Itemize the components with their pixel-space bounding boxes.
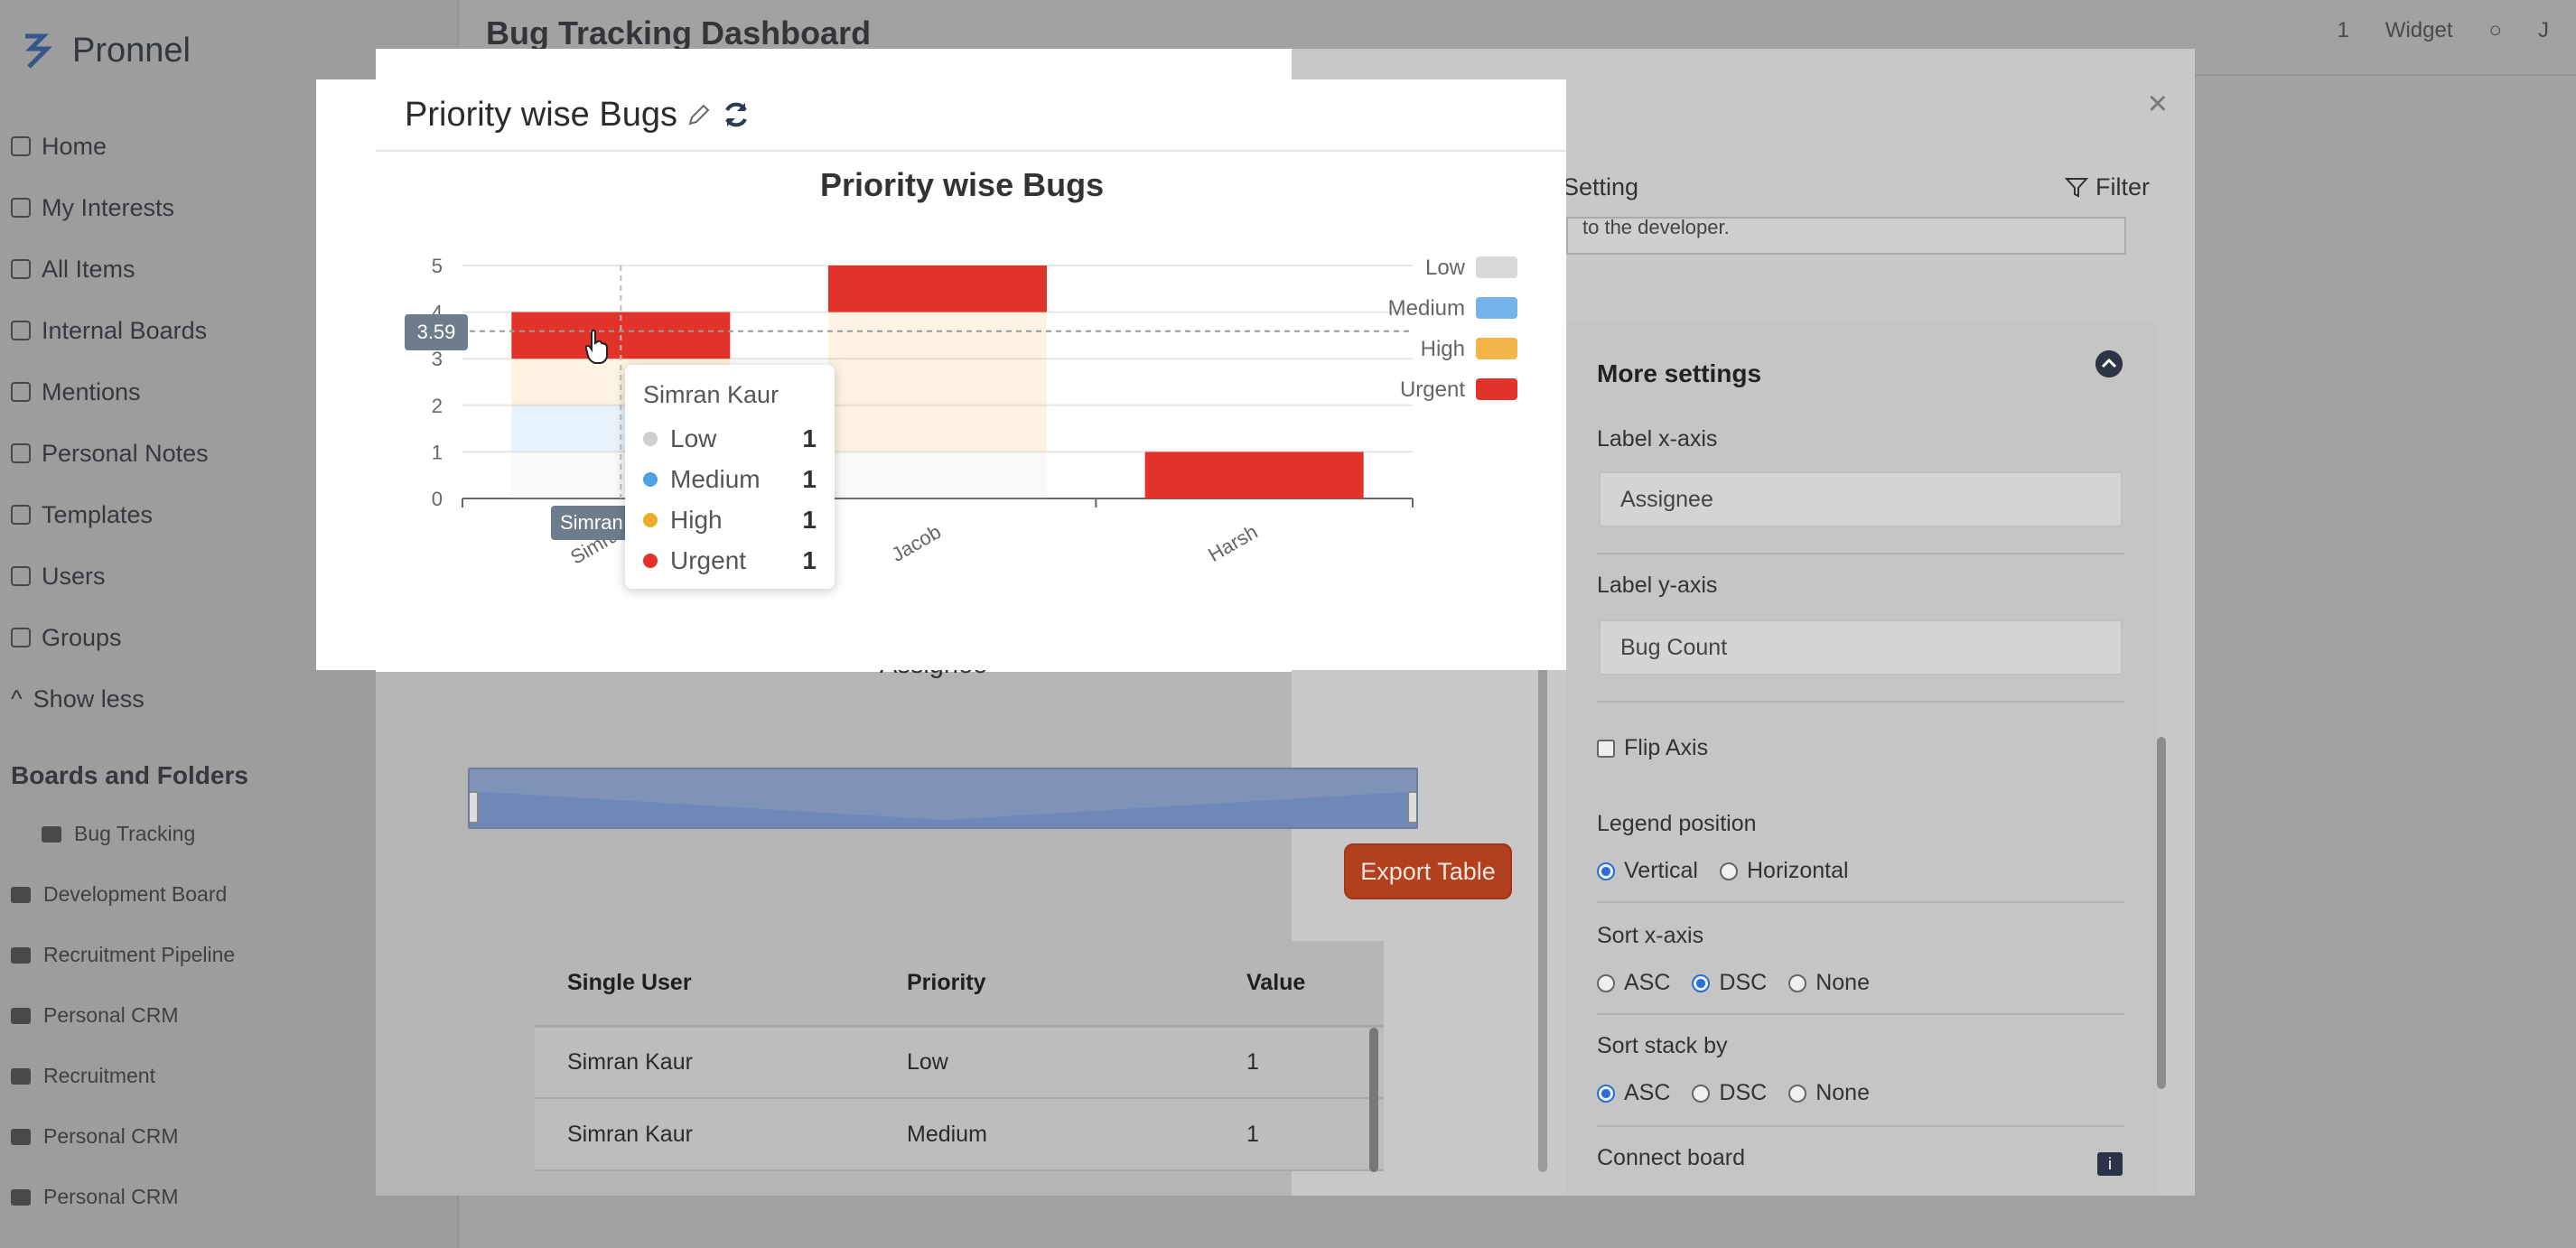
- sort-x-dsc-radio[interactable]: [1692, 973, 1711, 992]
- flip-axis-label: Flip Axis: [1624, 735, 1709, 760]
- table-cell: Medium: [874, 1098, 1214, 1171]
- tooltip-row: Low 1: [643, 418, 817, 459]
- table-header-row: Single User Priority Value: [535, 941, 1384, 1028]
- tooltip-row: Medium 1: [643, 459, 817, 499]
- series-dot-high: [643, 512, 658, 527]
- tooltip-series: Urgent: [670, 545, 747, 574]
- series-dot-medium: [643, 471, 658, 487]
- legend-swatch-high[interactable]: [1476, 338, 1517, 359]
- connect-board-title: Connect board: [1597, 1145, 1746, 1170]
- x-tick-label: Jacob: [888, 520, 945, 566]
- legend-vertical-radio[interactable]: [1597, 861, 1615, 880]
- sort-stack-none-radio[interactable]: [1788, 1084, 1807, 1103]
- legend-position-title: Legend position: [1597, 811, 1757, 836]
- settings-scrollbar[interactable]: [2157, 737, 2166, 1089]
- bar-urgent[interactable]: [1144, 452, 1364, 498]
- column-header[interactable]: Priority: [874, 941, 1214, 1028]
- divider: [1597, 1125, 2124, 1127]
- radio-label: ASC: [1624, 1080, 1671, 1105]
- zoom-handle-left[interactable]: [470, 791, 479, 824]
- y-tick-label: 0: [432, 488, 443, 510]
- legend-swatch-low[interactable]: [1476, 256, 1517, 278]
- table-row: Simran Kaur Low 1: [535, 1026, 1384, 1099]
- tooltip-series: Medium: [670, 464, 761, 493]
- data-table: Single User Priority Value Simran Kaur L…: [535, 941, 1384, 1171]
- y-tick-label: 1: [432, 441, 443, 463]
- tooltip-row: Urgent 1: [643, 540, 817, 581]
- table-row: Simran Kaur Medium 1: [535, 1098, 1384, 1171]
- chart-tooltip: Simran Kaur Low 1 Medium 1 High 1 Urgent 1: [625, 365, 835, 589]
- tooltip-value: 1: [802, 464, 817, 493]
- radio-label: None: [1815, 970, 1870, 995]
- info-icon[interactable]: i: [2097, 1152, 2123, 1176]
- axis-pointer-value: 3.59: [405, 314, 468, 350]
- table-scrollbar[interactable]: [1369, 1028, 1378, 1172]
- flip-axis-row[interactable]: Flip Axis: [1597, 735, 1708, 761]
- radio-label: Horizontal: [1746, 858, 1849, 883]
- sort-stack-options: ASC DSC None: [1597, 1080, 1882, 1106]
- series-dot-low: [643, 431, 658, 446]
- table-cell: Low: [874, 1026, 1214, 1099]
- divider: [1597, 701, 2124, 703]
- y-tick-label: 3: [432, 348, 443, 370]
- export-table-button[interactable]: Export Table: [1344, 843, 1512, 899]
- x-tick-label: Harsh: [1204, 520, 1261, 566]
- table-cell: 1: [1214, 1098, 1384, 1171]
- flip-axis-checkbox[interactable]: [1597, 739, 1615, 758]
- zoom-handle-right[interactable]: [1407, 791, 1416, 824]
- legend-label[interactable]: Low: [1425, 256, 1466, 280]
- bar-low[interactable]: [828, 452, 1047, 498]
- hand-cursor-icon: [584, 329, 608, 364]
- data-zoom-slider[interactable]: [468, 768, 1418, 829]
- tooltip-row: High 1: [643, 499, 817, 540]
- divider: [1597, 1013, 2124, 1015]
- y-tick-label: 5: [432, 255, 443, 277]
- tooltip-value: 1: [802, 545, 817, 574]
- sort-stack-asc-radio[interactable]: [1597, 1084, 1615, 1103]
- zoom-preview-graph: [470, 791, 1416, 827]
- y-tick-label: 2: [432, 395, 443, 417]
- column-header[interactable]: Single User: [535, 941, 874, 1028]
- legend-position-options: Vertical Horizontal: [1597, 858, 1862, 884]
- column-header[interactable]: Value: [1214, 941, 1384, 1028]
- radio-label: DSC: [1719, 1080, 1768, 1105]
- radio-label: Vertical: [1624, 858, 1698, 883]
- tooltip-value: 1: [802, 505, 817, 534]
- table-cell: 1: [1214, 1026, 1384, 1099]
- tooltip-title: Simran Kaur: [643, 381, 779, 408]
- sort-x-none-radio[interactable]: [1788, 973, 1807, 992]
- axis-pointer-category: Simran: [551, 506, 630, 540]
- legend-swatch-urgent[interactable]: [1476, 378, 1517, 400]
- tooltip-series: Low: [670, 424, 717, 452]
- table-cell: Simran Kaur: [535, 1098, 874, 1171]
- sort-x-axis-title: Sort x-axis: [1597, 923, 1704, 948]
- sort-stack-dsc-radio[interactable]: [1692, 1084, 1711, 1103]
- table-cell: Simran Kaur: [535, 1026, 874, 1099]
- radio-label: ASC: [1624, 970, 1671, 995]
- tooltip-value: 1: [802, 424, 817, 452]
- radio-label: None: [1815, 1080, 1870, 1105]
- legend-label[interactable]: Urgent: [1400, 377, 1465, 402]
- legend-label[interactable]: High: [1421, 337, 1465, 361]
- bar-high[interactable]: [828, 312, 1047, 452]
- legend-swatch-medium[interactable]: [1476, 297, 1517, 319]
- legend-label[interactable]: Medium: [1388, 296, 1465, 321]
- radio-label: DSC: [1719, 970, 1768, 995]
- legend-horizontal-radio[interactable]: [1719, 861, 1738, 880]
- sort-stack-title: Sort stack by: [1597, 1033, 1728, 1058]
- bar-urgent[interactable]: [828, 265, 1047, 312]
- tooltip-series: High: [670, 505, 723, 534]
- stacked-bar-chart: 012345Simran Jacob HarshLowMediumHighUrgen…: [432, 255, 1517, 569]
- divider: [1597, 901, 2124, 903]
- sort-x-asc-radio[interactable]: [1597, 973, 1615, 992]
- sort-x-axis-options: ASC DSC None: [1597, 970, 1882, 996]
- series-dot-urgent: [643, 553, 658, 568]
